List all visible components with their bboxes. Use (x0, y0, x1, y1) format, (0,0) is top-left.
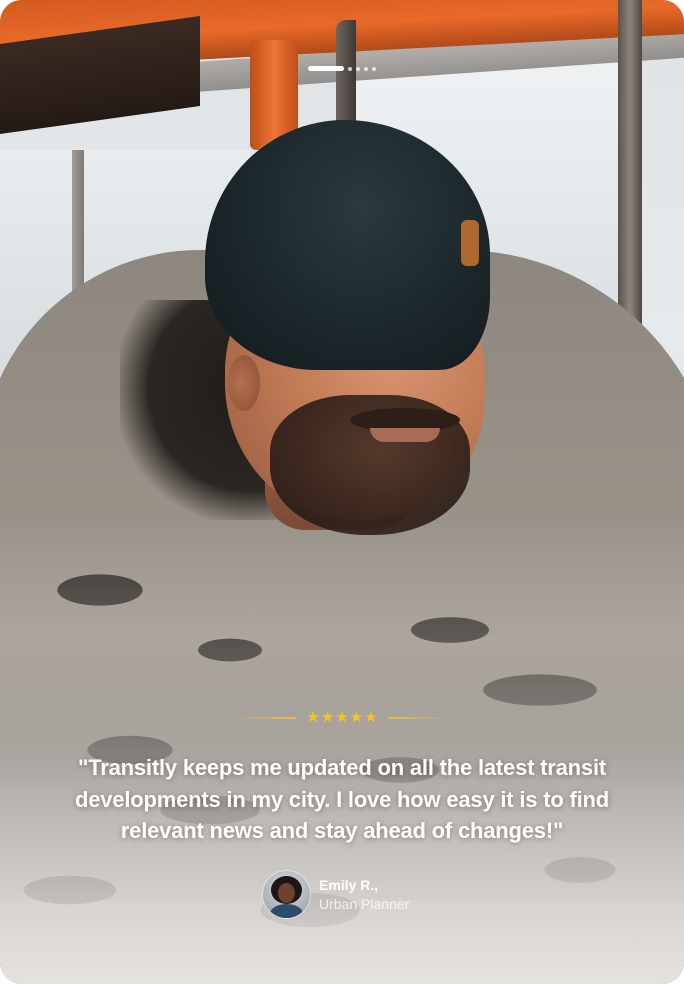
carousel-pagination[interactable] (308, 66, 376, 71)
testimonial-quote: "Transitly keeps me updated on all the l… (74, 755, 610, 843)
author-name: Emily R., (319, 876, 379, 893)
author-block: Emily R., Urban Planner (262, 870, 409, 919)
testimonial-card: ★ ★ ★ ★ ★ "Transitly keeps me updated on all… (0, 0, 684, 984)
pagination-dot[interactable] (348, 66, 352, 71)
pagination-dot[interactable] (372, 66, 376, 71)
star-icon: ★ (364, 708, 378, 726)
rating-divider-right (387, 716, 446, 719)
author-role: Urban Planner (319, 895, 410, 912)
rating-divider-left (238, 716, 297, 719)
pagination-dot[interactable] (364, 66, 368, 71)
pagination-dot-active[interactable] (308, 66, 344, 71)
star-rating: ★ ★ ★ ★ ★ (306, 710, 377, 725)
rating-row: ★ ★ ★ ★ ★ (0, 710, 684, 725)
star-icon: ★ (335, 708, 349, 726)
pagination-dot[interactable] (356, 66, 360, 71)
star-icon: ★ (306, 708, 320, 726)
star-icon: ★ (349, 708, 364, 726)
avatar (262, 870, 311, 919)
star-icon: ★ (320, 708, 335, 726)
